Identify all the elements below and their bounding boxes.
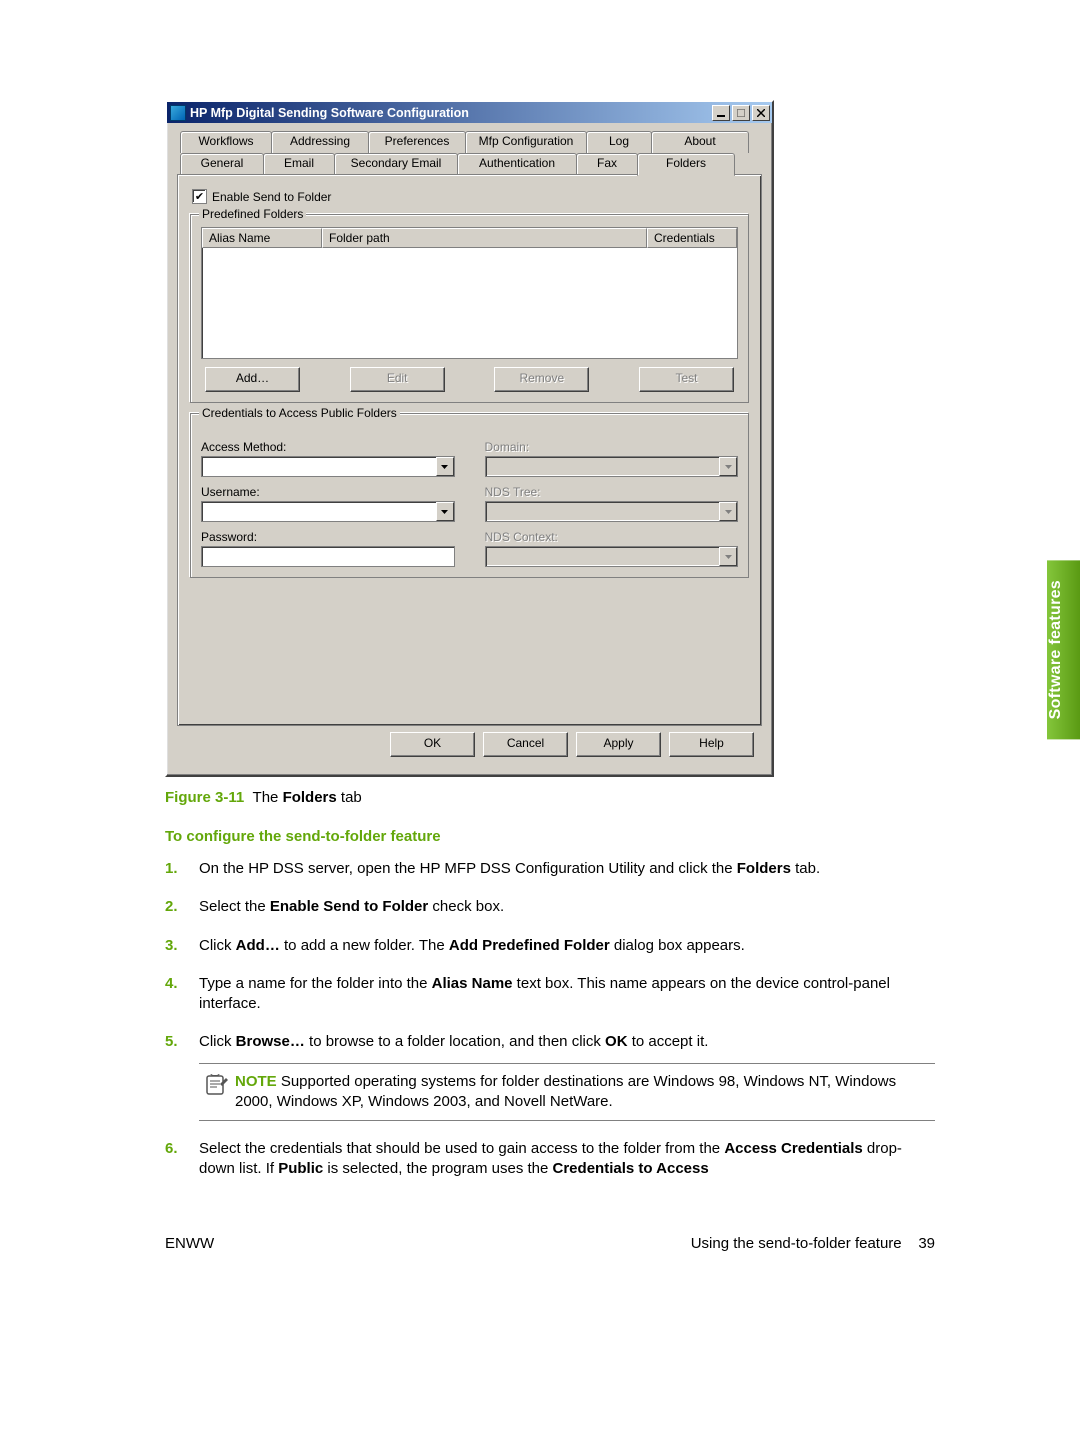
tab-addressing[interactable]: Addressing [271, 131, 369, 153]
tab-row-2: General Email Secondary Email Authentica… [177, 153, 762, 175]
nds-context-label: NDS Context: [485, 530, 739, 544]
note-icon [199, 1072, 235, 1113]
add-button[interactable]: Add… [205, 367, 300, 392]
config-dialog: HP Mfp Digital Sending Software Configur… [165, 100, 774, 777]
step-3: Click Add… to add a new folder. The Add … [165, 936, 935, 956]
tab-folders[interactable]: Folders [637, 153, 735, 176]
tab-secondary-email[interactable]: Secondary Email [334, 153, 458, 175]
titlebar[interactable]: HP Mfp Digital Sending Software Configur… [167, 102, 772, 123]
caption-text-1: The [253, 789, 283, 806]
chevron-down-icon[interactable] [436, 502, 454, 521]
tab-workflows[interactable]: Workflows [180, 131, 272, 153]
col-alias-name[interactable]: Alias Name [202, 228, 322, 248]
credentials-legend: Credentials to Access Public Folders [199, 406, 400, 420]
tab-about[interactable]: About [651, 131, 749, 153]
page-footer: ENWW Using the send-to-folder feature 39 [165, 1235, 935, 1252]
remove-button: Remove [494, 367, 589, 392]
chevron-down-icon [719, 547, 737, 566]
tab-preferences[interactable]: Preferences [368, 131, 466, 153]
access-method-combo[interactable] [201, 456, 455, 477]
cancel-button[interactable]: Cancel [483, 732, 568, 757]
enable-send-to-folder-label: Enable Send to Folder [212, 190, 331, 204]
nds-context-combo [485, 546, 739, 567]
step-2: Select the Enable Send to Folder check b… [165, 897, 935, 917]
chevron-down-icon [719, 457, 737, 476]
note-block: NOTE Supported operating systems for fol… [199, 1063, 935, 1122]
maximize-button[interactable] [732, 105, 750, 121]
enable-send-to-folder-checkbox[interactable]: ✔ [192, 189, 207, 204]
note-body: Supported operating systems for folder d… [235, 1073, 896, 1110]
domain-combo [485, 456, 739, 477]
section-side-tab: Software features [1047, 560, 1080, 739]
predefined-folders-group: Predefined Folders Alias Name Folder pat… [190, 214, 749, 403]
ok-button[interactable]: OK [390, 732, 475, 757]
caption-bold: Folders [283, 789, 337, 806]
app-icon [170, 105, 186, 121]
footer-left: ENWW [165, 1235, 214, 1252]
minimize-button[interactable] [712, 105, 730, 121]
predefined-folders-legend: Predefined Folders [199, 207, 306, 221]
access-method-label: Access Method: [201, 440, 455, 454]
username-label: Username: [201, 485, 455, 499]
note-lead: NOTE [235, 1073, 277, 1090]
col-credentials[interactable]: Credentials [647, 228, 737, 248]
nds-tree-combo [485, 501, 739, 522]
caption-text-2: tab [337, 789, 362, 806]
procedure-steps: On the HP DSS server, open the HP MFP DS… [165, 859, 935, 1180]
step-4: Type a name for the folder into the Alia… [165, 974, 935, 1015]
step-1: On the HP DSS server, open the HP MFP DS… [165, 859, 935, 879]
tab-email[interactable]: Email [263, 153, 335, 175]
close-button[interactable] [752, 105, 770, 121]
nds-tree-label: NDS Tree: [485, 485, 739, 499]
test-button: Test [639, 367, 734, 392]
window-title: HP Mfp Digital Sending Software Configur… [190, 106, 710, 120]
tab-authentication[interactable]: Authentication [457, 153, 577, 175]
edit-button: Edit [350, 367, 445, 392]
folders-panel: ✔ Enable Send to Folder Predefined Folde… [177, 174, 762, 726]
enable-send-to-folder-row[interactable]: ✔ Enable Send to Folder [192, 189, 751, 204]
chevron-down-icon [719, 502, 737, 521]
credentials-group: Credentials to Access Public Folders Acc… [190, 413, 749, 578]
figure-number: Figure 3-11 [165, 789, 244, 806]
step-5: Click Browse… to browse to a folder loca… [165, 1032, 935, 1121]
tab-fax[interactable]: Fax [576, 153, 638, 175]
tab-row-1: Workflows Addressing Preferences Mfp Con… [177, 131, 762, 153]
chevron-down-icon[interactable] [436, 457, 454, 476]
folders-list[interactable]: Alias Name Folder path Credentials [201, 227, 738, 359]
password-label: Password: [201, 530, 455, 544]
password-input[interactable] [201, 546, 455, 567]
username-combo[interactable] [201, 501, 455, 522]
step-6: Select the credentials that should be us… [165, 1139, 935, 1180]
footer-right: Using the send-to-folder feature 39 [691, 1235, 935, 1252]
procedure-heading: To configure the send-to-folder feature [165, 828, 935, 845]
domain-label: Domain: [485, 440, 739, 454]
tab-mfp-configuration[interactable]: Mfp Configuration [465, 131, 587, 153]
help-button[interactable]: Help [669, 732, 754, 757]
figure-caption: Figure 3-11 The Folders tab [165, 789, 935, 806]
col-folder-path[interactable]: Folder path [322, 228, 647, 248]
tab-general[interactable]: General [180, 153, 264, 175]
apply-button[interactable]: Apply [576, 732, 661, 757]
tab-log[interactable]: Log [586, 131, 652, 153]
